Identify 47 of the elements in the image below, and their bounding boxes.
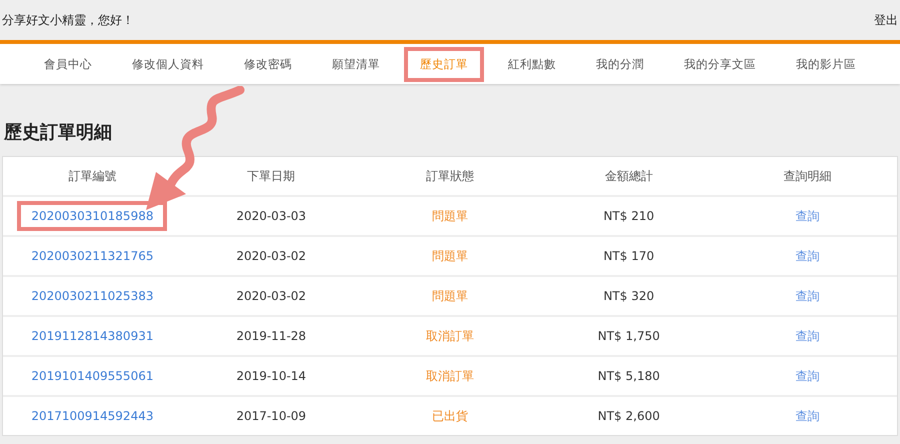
order-total: NT$ 170 [603, 249, 654, 263]
query-link[interactable]: 查詢 [796, 288, 820, 302]
nav-tab[interactable]: 會員中心 [28, 46, 108, 82]
query-link[interactable]: 查詢 [796, 248, 820, 262]
order-date: 2020-03-02 [236, 289, 306, 303]
order-total: NT$ 2,600 [598, 409, 660, 423]
column-header: 訂單狀態 [424, 168, 475, 184]
logout-link[interactable]: 登出 [874, 12, 898, 28]
order-number-link[interactable]: 2020030211025383 [17, 281, 168, 311]
order-number-link[interactable]: 2019101409555061 [17, 361, 168, 391]
query-link[interactable]: 查詢 [796, 408, 820, 422]
nav-tab[interactable]: 我的分潤 [580, 46, 660, 82]
column-header: 金額總計 [604, 168, 654, 184]
query-link[interactable]: 查詢 [796, 368, 820, 382]
nav-tab[interactable]: 紅利點數 [492, 46, 572, 82]
greeting-text: 分享好文小精靈，您好！ [2, 12, 134, 28]
query-link[interactable]: 查詢 [796, 328, 820, 342]
order-status: 問題單 [432, 288, 468, 302]
order-number-link[interactable]: 2020030310185988 [17, 201, 168, 231]
order-total: NT$ 1,750 [598, 329, 660, 343]
order-number-link[interactable]: 2017100914592443 [17, 401, 168, 431]
nav-tab[interactable]: 歷史訂單 [404, 46, 484, 82]
order-status: 問題單 [432, 248, 468, 262]
order-status: 取消訂單 [426, 328, 474, 342]
column-header: 訂單編號 [67, 168, 118, 184]
order-status: 已出貨 [432, 408, 468, 422]
nav-tab[interactable]: 我的分享文區 [668, 46, 772, 82]
order-total: NT$ 210 [603, 209, 654, 223]
nav-tab[interactable]: 修改密碼 [228, 46, 308, 82]
order-date: 2017-10-09 [236, 409, 306, 423]
order-date: 2020-03-02 [236, 249, 306, 263]
order-total: NT$ 320 [603, 289, 654, 303]
nav-tab[interactable]: 願望清單 [316, 46, 396, 82]
order-date: 2020-03-03 [236, 209, 306, 223]
order-total: NT$ 5,180 [598, 369, 660, 383]
nav-tab[interactable]: 我的影片區 [780, 46, 872, 82]
order-status: 問題單 [432, 208, 468, 222]
order-date: 2019-11-28 [236, 329, 306, 343]
order-date: 2019-10-14 [236, 369, 306, 383]
nav-tab[interactable]: 修改個人資料 [116, 46, 220, 82]
column-header: 查詢明細 [782, 168, 833, 184]
page-title: 歷史訂單明細 [4, 121, 112, 144]
query-link[interactable]: 查詢 [796, 208, 820, 222]
column-header: 下單日期 [246, 168, 296, 184]
order-number-link[interactable]: 2020030211321765 [17, 241, 168, 271]
order-status: 取消訂單 [426, 368, 474, 382]
order-number-link[interactable]: 2019112814380931 [17, 321, 168, 351]
